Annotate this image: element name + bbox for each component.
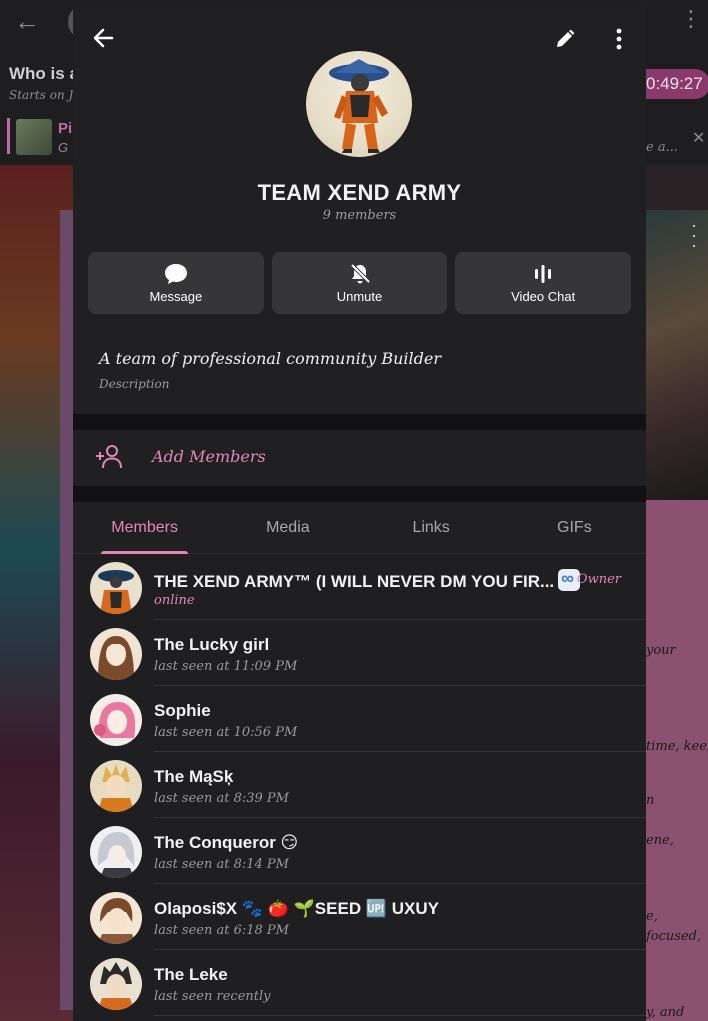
description-section: A team of professional community Builder… [73,328,646,414]
member-row[interactable]: The Leke last seen recently [73,950,646,1016]
avatar-image [90,892,142,944]
group-info-panel: TEAM XEND ARMY 9 members Message Unmute [73,3,646,1021]
video-chat-button-label: Video Chat [511,288,576,304]
member-row[interactable]: The Conqueror 😏 last seen at 8:14 PM [73,818,646,884]
background-chat-title: Who is a [9,64,79,83]
background-back-icon: ← [14,6,40,36]
media-tabs: Members Media Links GIFs [73,502,646,554]
member-name: Sophie [154,701,211,720]
background-left-strip [60,210,74,1010]
message-button[interactable]: Message [88,252,264,314]
message-bubble-icon [164,263,187,284]
background-right-text: time, keep [646,739,708,754]
avatar-image [90,760,142,812]
group-header: TEAM XEND ARMY 9 members Message Unmute [73,3,646,328]
member-role: Owner [576,572,621,587]
member-status: last seen at 6:18 PM [154,923,289,938]
video-chat-button[interactable]: Video Chat [455,252,632,314]
member-row[interactable]: The MąSķ last seen at 8:39 PM [73,752,646,818]
group-avatar[interactable] [306,51,412,157]
section-divider [73,486,646,502]
tab-links[interactable]: Links [360,502,503,553]
member-name: The Conqueror 😏 [154,833,299,852]
back-button[interactable] [85,20,121,56]
background-right-panel: ··· your time, keep n ene, e, focused, y… [646,165,708,1021]
action-buttons: Message Unmute Video Chat [88,252,632,314]
message-button-label: Message [149,288,203,304]
background-pinned-bar [7,118,10,154]
member-row[interactable]: The Lucky girl last seen at 11:09 PM [73,620,646,686]
avatar-image [90,826,142,878]
group-title: TEAM XEND ARMY [257,180,462,205]
background-chat-subtitle: Starts on Ja [9,88,81,102]
member-row[interactable]: Olaposi$X 🐾 🍅 🌱SEED 🆙 UXUY last seen at … [73,884,646,950]
tab-members[interactable]: Members [73,502,216,554]
member-status: last seen at 11:09 PM [154,659,298,674]
live-stream-icon [535,264,552,283]
more-vertical-icon [616,28,622,50]
add-members-button[interactable]: Add Members [73,430,646,486]
add-user-icon [96,445,122,469]
avatar-image [90,694,142,746]
member-avatar [90,892,142,944]
background-pinned-thumbnail [16,119,52,155]
member-avatar [90,562,142,614]
member-name-text: THE XEND ARMY™ (I WILL NEVER DM YOU FIR.… [154,572,555,591]
background-right-image [646,210,708,500]
tab-media[interactable]: Media [216,502,359,553]
bell-off-icon [350,263,370,283]
member-name: Olaposi$X 🐾 🍅 🌱SEED 🆙 UXUY [154,899,439,918]
arrow-left-icon [93,28,114,48]
background-right-text: your [646,643,676,658]
background-left-image [0,165,74,1021]
edit-button[interactable] [547,21,583,57]
member-name: The MąSķ [154,767,234,786]
member-avatar [90,958,142,1010]
unmute-button-label: Unmute [336,288,383,304]
avatar-image [90,628,142,680]
member-name: THE XEND ARMY™ (I WILL NEVER DM YOU FIR.… [154,568,581,592]
background-right-more-icon: · · · [691,215,697,255]
background-right-text: n [646,793,655,808]
members-list: THE XEND ARMY™ (I WILL NEVER DM YOU FIR.… [73,554,646,1016]
member-name: The Lucky girl [154,635,270,654]
member-avatar [90,826,142,878]
background-right-text: y, and [646,1005,685,1020]
pencil-icon [557,29,575,47]
tab-gifs[interactable]: GIFs [503,502,646,553]
member-avatar [90,628,142,680]
member-status: last seen at 8:39 PM [154,791,289,806]
member-row[interactable]: Sophie last seen at 10:56 PM [73,686,646,752]
background-more-icon: ⋮ [680,6,702,31]
member-status: last seen recently [154,989,271,1004]
section-divider [73,414,646,430]
background-pinned-title: Pi [58,120,73,137]
background-right-text: e, [646,909,658,924]
member-name: The Leke [154,965,228,984]
description-label: Description [99,377,170,391]
member-count: 9 members [322,208,397,223]
add-members-label: Add Members [152,447,266,466]
member-status: last seen at 8:14 PM [154,857,289,872]
warrior-avatar-image [329,59,389,153]
unmute-button[interactable]: Unmute [271,252,448,314]
member-avatar [90,694,142,746]
avatar-image [90,958,142,1010]
member-avatar [90,760,142,812]
more-options-button[interactable] [601,21,637,57]
avatar-image [90,562,142,614]
member-row[interactable]: THE XEND ARMY™ (I WILL NEVER DM YOU FIR.… [73,554,646,620]
background-pinned-close-icon: ✕ [692,130,706,147]
member-status: online [154,593,195,608]
background-right-text: focused, [646,929,702,944]
background-right-text: ene, [646,833,674,848]
description-text: A team of professional community Builder [99,349,441,368]
background-pinned-subtitle: G [58,140,69,155]
row-divider [154,1015,646,1016]
background-pinned-preview: e a... [646,140,678,155]
member-status: last seen at 10:56 PM [154,725,298,740]
